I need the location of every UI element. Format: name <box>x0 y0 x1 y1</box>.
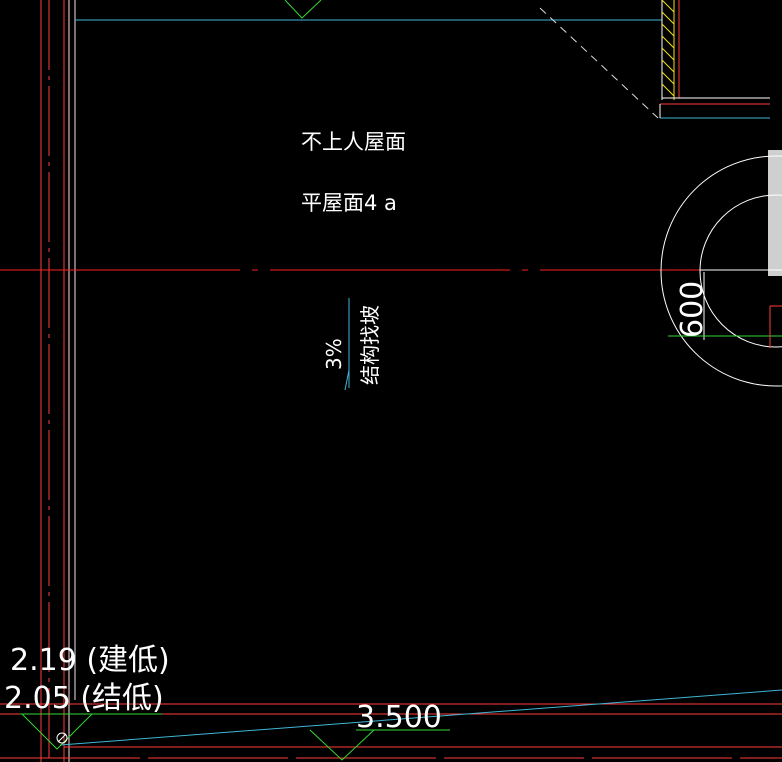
top-right-wall <box>659 0 770 119</box>
roof-title-label: 不上人屋面 <box>301 130 406 154</box>
top-wall <box>75 0 662 119</box>
slope-note-label: 结构找坡 <box>358 305 382 385</box>
roof-drain-circle <box>660 155 782 387</box>
cad-viewport[interactable]: 600 不上人屋面 平屋面4 a 3% 结构找坡 2.19 (建低) 2.05 … <box>0 0 782 762</box>
elevation-structural-label: 2.05 (结低) <box>4 681 164 716</box>
cad-drawing-canvas[interactable]: 600 不上人屋面 平屋面4 a 3% 结构找坡 2.19 (建低) 2.05 … <box>0 0 782 762</box>
right-edge-block <box>768 150 782 276</box>
slope-percent-label: 3% <box>322 338 346 370</box>
elevation-main-label: 3.500 <box>356 700 442 735</box>
elevation-architectural-label: 2.19 (建低) <box>10 643 170 678</box>
roof-type-label: 平屋面4 a <box>301 191 397 215</box>
circle-dimension-label: 600 <box>675 281 710 338</box>
